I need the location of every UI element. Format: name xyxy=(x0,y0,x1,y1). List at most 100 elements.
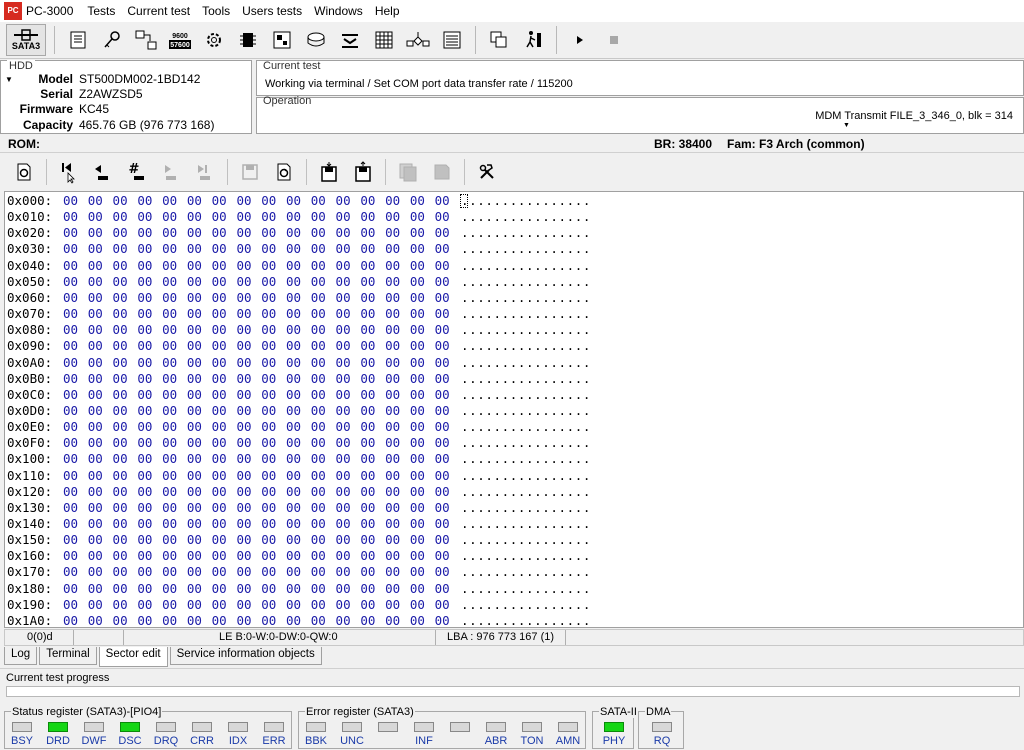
tab-sector-edit[interactable]: Sector edit xyxy=(98,647,168,667)
windows-button[interactable] xyxy=(484,25,514,55)
hex-ascii[interactable]: ................ xyxy=(461,468,591,483)
hex-bytes[interactable]: 00 00 00 00 00 00 00 00 00 00 00 00 00 0… xyxy=(63,532,450,547)
play-button[interactable] xyxy=(565,25,595,55)
hex-ascii[interactable]: ................ xyxy=(461,193,591,208)
list-button[interactable] xyxy=(437,25,467,55)
hex-ascii[interactable]: ................ xyxy=(461,225,591,240)
hex-bytes[interactable]: 00 00 00 00 00 00 00 00 00 00 00 00 00 0… xyxy=(63,597,450,612)
hex-ascii[interactable]: ................ xyxy=(461,387,591,402)
tab-terminal[interactable]: Terminal xyxy=(39,647,97,665)
hex-bytes[interactable]: 00 00 00 00 00 00 00 00 00 00 00 00 00 0… xyxy=(63,355,450,370)
hex-ascii[interactable]: ................ xyxy=(461,338,591,353)
tab-log[interactable]: Log xyxy=(4,647,38,665)
data-format: LE B:0-W:0-DW:0-QW:0 xyxy=(219,631,338,643)
key-button[interactable] xyxy=(97,25,127,55)
hex-ascii[interactable]: ................ xyxy=(461,209,591,224)
hex-row: 0x0A0: 00 00 00 00 00 00 00 00 00 00 00 0… xyxy=(5,355,1023,371)
hex-ascii[interactable]: ................ xyxy=(461,290,591,305)
next-sector-button[interactable] xyxy=(157,158,185,186)
flowchart-button[interactable] xyxy=(403,25,433,55)
hex-bytes[interactable]: 00 00 00 00 00 00 00 00 00 00 00 00 00 0… xyxy=(63,241,450,256)
hex-offset: 0x000: xyxy=(7,193,53,208)
menu-windows[interactable]: Windows xyxy=(314,4,371,18)
dropdown-arrow-icon[interactable]: ▼ xyxy=(843,122,850,129)
run-user-button[interactable] xyxy=(518,25,548,55)
board-button[interactable] xyxy=(267,25,297,55)
hex-ascii[interactable]: ................ xyxy=(461,484,591,499)
hex-bytes[interactable]: 00 00 00 00 00 00 00 00 00 00 00 00 00 0… xyxy=(63,435,450,450)
chip-button[interactable] xyxy=(233,25,263,55)
hex-ascii[interactable]: ................ xyxy=(461,451,591,466)
stop-button[interactable] xyxy=(599,25,629,55)
hex-ascii[interactable]: ................ xyxy=(461,241,591,256)
hex-ascii[interactable]: ................ xyxy=(461,516,591,531)
hex-bytes[interactable]: 00 00 00 00 00 00 00 00 00 00 00 00 00 0… xyxy=(63,371,450,386)
tools-button[interactable] xyxy=(473,158,501,186)
tab-service-information-objects[interactable]: Service information objects xyxy=(169,647,322,665)
hex-ascii[interactable]: ................ xyxy=(461,613,591,627)
hex-bytes[interactable]: 00 00 00 00 00 00 00 00 00 00 00 00 00 0… xyxy=(63,581,450,596)
baud-rate-button[interactable]: 9600 57600 xyxy=(165,25,195,55)
goto-sector-button[interactable]: # xyxy=(123,158,151,186)
write-sector-button[interactable] xyxy=(270,158,298,186)
hex-bytes[interactable]: 00 00 00 00 00 00 00 00 00 00 00 00 00 0… xyxy=(63,564,450,579)
hex-bytes[interactable]: 00 00 00 00 00 00 00 00 00 00 00 00 00 0… xyxy=(63,419,450,434)
hex-ascii[interactable]: ................ xyxy=(461,581,591,596)
menu-help[interactable]: Help xyxy=(375,4,408,18)
hex-ascii[interactable]: ................ xyxy=(461,597,591,612)
hex-bytes[interactable]: 00 00 00 00 00 00 00 00 00 00 00 00 00 0… xyxy=(63,322,450,337)
sata3-button[interactable]: SATA3 xyxy=(6,24,46,56)
menu-current-test[interactable]: Current test xyxy=(127,4,198,18)
hex-bytes[interactable]: 00 00 00 00 00 00 00 00 00 00 00 00 00 0… xyxy=(63,516,450,531)
hex-bytes[interactable]: 00 00 00 00 00 00 00 00 00 00 00 00 00 0… xyxy=(63,548,450,563)
hex-bytes[interactable]: 00 00 00 00 00 00 00 00 00 00 00 00 00 0… xyxy=(63,451,450,466)
previous-sector-button[interactable] xyxy=(89,158,117,186)
hex-ascii[interactable]: ................ xyxy=(461,322,591,337)
menu-users-tests[interactable]: Users tests xyxy=(242,4,310,18)
hex-ascii[interactable]: ................ xyxy=(461,419,591,434)
hex-ascii[interactable]: ................ xyxy=(461,371,591,386)
hex-row: 0x090: 00 00 00 00 00 00 00 00 00 00 00 0… xyxy=(5,338,1023,354)
load-file-button[interactable] xyxy=(315,158,343,186)
paste-button[interactable] xyxy=(428,158,456,186)
hex-ascii[interactable]: ................ xyxy=(461,500,591,515)
copy-button[interactable] xyxy=(394,158,422,186)
hex-bytes[interactable]: 00 00 00 00 00 00 00 00 00 00 00 00 00 0… xyxy=(63,306,450,321)
hex-bytes[interactable]: 00 00 00 00 00 00 00 00 00 00 00 00 00 0… xyxy=(63,274,450,289)
refresh-button[interactable] xyxy=(10,158,38,186)
stack-button[interactable] xyxy=(335,25,365,55)
hex-bytes[interactable]: 00 00 00 00 00 00 00 00 00 00 00 00 00 0… xyxy=(63,500,450,515)
first-sector-button[interactable] xyxy=(55,158,83,186)
hex-bytes[interactable]: 00 00 00 00 00 00 00 00 00 00 00 00 00 0… xyxy=(63,468,450,483)
hex-ascii[interactable]: ................ xyxy=(461,548,591,563)
hex-ascii[interactable]: ................ xyxy=(461,355,591,370)
transfer-button[interactable] xyxy=(131,25,161,55)
hex-bytes[interactable]: 00 00 00 00 00 00 00 00 00 00 00 00 00 0… xyxy=(63,258,450,273)
hdd-button[interactable] xyxy=(301,25,331,55)
settings-button[interactable] xyxy=(199,25,229,55)
hex-bytes[interactable]: 00 00 00 00 00 00 00 00 00 00 00 00 00 0… xyxy=(63,225,450,240)
save-file-button[interactable] xyxy=(349,158,377,186)
hex-bytes[interactable]: 00 00 00 00 00 00 00 00 00 00 00 00 00 0… xyxy=(63,209,450,224)
menu-tests[interactable]: Tests xyxy=(87,4,123,18)
menu-tools[interactable]: Tools xyxy=(202,4,238,18)
hex-ascii[interactable]: ................ xyxy=(461,258,591,273)
hex-bytes[interactable]: 00 00 00 00 00 00 00 00 00 00 00 00 00 0… xyxy=(63,387,450,402)
hex-bytes[interactable]: 00 00 00 00 00 00 00 00 00 00 00 00 00 0… xyxy=(63,193,450,208)
hex-ascii[interactable]: ................ xyxy=(461,435,591,450)
hex-bytes[interactable]: 00 00 00 00 00 00 00 00 00 00 00 00 00 0… xyxy=(63,484,450,499)
hex-ascii[interactable]: ................ xyxy=(461,532,591,547)
save-sector-button[interactable] xyxy=(236,158,264,186)
hex-bytes[interactable]: 00 00 00 00 00 00 00 00 00 00 00 00 00 0… xyxy=(63,613,450,627)
grid-button[interactable] xyxy=(369,25,399,55)
hex-ascii[interactable]: ................ xyxy=(461,274,591,289)
hex-ascii[interactable]: ................ xyxy=(461,306,591,321)
script-button[interactable] xyxy=(63,25,93,55)
hex-bytes[interactable]: 00 00 00 00 00 00 00 00 00 00 00 00 00 0… xyxy=(63,338,450,353)
hex-bytes[interactable]: 00 00 00 00 00 00 00 00 00 00 00 00 00 0… xyxy=(63,290,450,305)
hex-ascii[interactable]: ................ xyxy=(461,564,591,579)
hex-bytes[interactable]: 00 00 00 00 00 00 00 00 00 00 00 00 00 0… xyxy=(63,403,450,418)
last-sector-button[interactable] xyxy=(191,158,219,186)
hex-ascii[interactable]: ................ xyxy=(461,403,591,418)
hex-editor[interactable]: 0x000: 00 00 00 00 00 00 00 00 00 00 00 0… xyxy=(4,191,1024,628)
